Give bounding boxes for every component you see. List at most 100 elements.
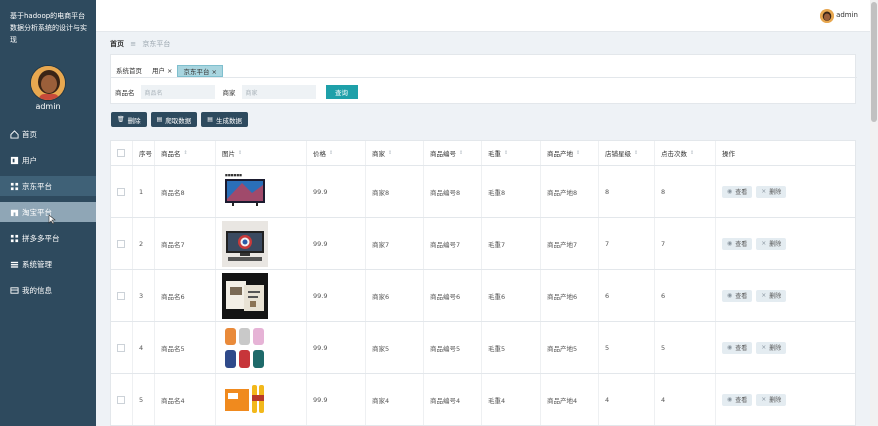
table-header: 序号 商品名 ⇕ 图片 ⇕ 价格 ⇕ 商家 ⇕ 商品编号 ⇕ 毛重 ⇕ 商品产地 ⇕ 店铺星级… — [111, 141, 855, 166]
col-header[interactable]: 商家 ⇕ — [366, 141, 424, 165]
grid-icon — [10, 234, 19, 242]
col-label: 店铺星级 — [605, 150, 631, 158]
sort-icon[interactable]: ⇕ — [184, 150, 188, 156]
sort-icon[interactable]: ⇕ — [238, 150, 242, 156]
row-checkbox[interactable] — [117, 291, 125, 300]
row-checkbox[interactable] — [117, 239, 125, 248]
price-cell: 99.9 — [307, 166, 366, 217]
price-cell: 99.9 — [307, 374, 366, 425]
image-cell: ■■■■■■ — [216, 166, 307, 217]
sidebar-item-profile[interactable]: 我的信息 — [0, 280, 96, 300]
col-header[interactable]: 图片 ⇕ — [216, 141, 307, 165]
sidebar-item-system[interactable]: 系统管理 — [0, 254, 96, 274]
view-button[interactable]: ◉ 查看 — [722, 185, 753, 198]
sort-icon[interactable]: ⇕ — [388, 150, 392, 156]
sidebar-item-home[interactable]: 首页 — [0, 124, 96, 144]
query-button[interactable]: 查询 — [325, 85, 358, 99]
sort-icon[interactable]: ⇕ — [459, 150, 463, 156]
product-image-monitor[interactable] — [222, 220, 268, 267]
sort-icon[interactable]: ⇕ — [329, 150, 333, 156]
tab-jd[interactable]: 京东平台 × — [177, 65, 223, 77]
row-delete-button[interactable]: × 删除 — [756, 185, 787, 198]
col-label: 序号 — [139, 150, 152, 158]
col-label: 操作 — [722, 150, 735, 158]
sidebar-item-pdd[interactable]: 拼多多平台 — [0, 228, 96, 248]
row-delete-button[interactable]: × 删除 — [756, 341, 787, 354]
page-scrollbar[interactable] — [870, 0, 878, 426]
view-button[interactable]: ◉ 查看 — [722, 393, 753, 406]
breadcrumb-home[interactable]: 首页 — [110, 40, 124, 48]
avatar[interactable] — [30, 65, 66, 101]
view-button[interactable]: ◉ 查看 — [722, 237, 753, 250]
row-checkbox[interactable] — [117, 343, 125, 352]
tab-user[interactable]: 用户 × — [147, 65, 177, 77]
cursor-icon — [48, 214, 56, 225]
breadcrumb: 首页 ≡ 京东平台 — [110, 39, 170, 49]
image-cell — [216, 270, 307, 321]
trash-icon: 🗑 — [117, 116, 125, 123]
sidebar-item-jd[interactable]: 京东平台 — [0, 176, 96, 196]
sort-icon[interactable]: ⇕ — [576, 150, 580, 156]
tab-home[interactable]: 系统首页 — [111, 65, 147, 77]
col-label: 价格 — [313, 150, 326, 158]
name-cell: 商品名6 — [155, 270, 216, 321]
row-checkbox[interactable] — [117, 395, 125, 404]
select-cell — [111, 374, 133, 425]
col-header[interactable]: 商品产地 ⇕ — [541, 141, 599, 165]
sidebar-item-user[interactable]: 用户 — [0, 150, 96, 170]
name-search-input[interactable]: 商品名 — [140, 85, 215, 99]
top-username[interactable]: admin — [836, 11, 858, 19]
sort-icon[interactable]: ⇕ — [690, 150, 694, 156]
clicks-cell: 7 — [655, 218, 716, 269]
clicks-cell: 5 — [655, 322, 716, 373]
row-checkbox[interactable] — [117, 187, 125, 196]
table-row: 1 商品名8 ■■■■■■ 99.9 商家8 商品编号8 毛重8 商品产地8 8… — [111, 166, 855, 218]
ops-cell: ◉ 查看 × 删除 — [716, 166, 855, 217]
view-label: 查看 — [735, 189, 748, 196]
row-delete-button[interactable]: × 删除 — [756, 289, 787, 302]
product-image-tv[interactable]: ■■■■■■ — [222, 168, 268, 215]
view-label: 查看 — [735, 293, 748, 300]
close-icon[interactable]: × — [211, 68, 216, 76]
eye-icon: ◉ — [727, 292, 733, 299]
eye-icon: ◉ — [727, 240, 733, 247]
close-icon[interactable]: × — [167, 67, 172, 75]
sort-icon[interactable]: ⇕ — [504, 150, 508, 156]
col-header[interactable]: 点击次数 ⇕ — [655, 141, 716, 165]
col-header[interactable]: 商品编号 ⇕ — [424, 141, 482, 165]
row-delete-button[interactable]: × 删除 — [756, 237, 787, 250]
svg-text:■■■■■■: ■■■■■■ — [225, 173, 242, 177]
select-all-checkbox[interactable] — [117, 149, 125, 157]
col-label: 图片 — [222, 150, 235, 158]
origin-cell: 商品产地7 — [541, 218, 599, 269]
top-avatar[interactable] — [820, 9, 834, 23]
table-row: 2 商品名7 99.9 商家7 商品编号7 毛重7 商品产地7 7 7 ◉ 查看 … — [111, 218, 855, 270]
search-bar: 商品名 商品名 商家 商家 查询 — [115, 85, 358, 99]
weight-cell: 毛重4 — [482, 374, 541, 425]
shop-search-input[interactable]: 商家 — [241, 85, 316, 99]
table-row: 3 商品名6 99.9 商家6 商品编号6 毛重6 商品产地6 6 6 ◉ 查看 … — [111, 270, 855, 322]
origin-cell: 商品产地5 — [541, 322, 599, 373]
product-image-drinks[interactable] — [222, 376, 268, 423]
row-delete-button[interactable]: × 删除 — [756, 393, 787, 406]
breadcrumb-separator: ≡ — [130, 40, 137, 48]
generate-button[interactable]: ▤ 生成数据 — [201, 112, 248, 127]
delete-button[interactable]: 🗑 删除 — [111, 112, 147, 127]
col-header[interactable]: 店铺星级 ⇕ — [599, 141, 655, 165]
view-button[interactable]: ◉ 查看 — [722, 289, 753, 302]
col-header[interactable]: 商品名 ⇕ — [155, 141, 216, 165]
doc-icon: ▤ — [156, 116, 163, 123]
col-header[interactable]: 价格 ⇕ — [307, 141, 366, 165]
sort-icon[interactable]: ⇕ — [634, 150, 638, 156]
product-image-book[interactable] — [222, 272, 268, 319]
sidebar-item-label: 我的信息 — [22, 285, 52, 295]
no-cell: 3 — [133, 270, 155, 321]
name-cell: 商品名4 — [155, 374, 216, 425]
crawl-button[interactable]: ▤ 爬取数据 — [150, 112, 198, 127]
product-image-speakers[interactable] — [222, 324, 268, 371]
view-button[interactable]: ◉ 查看 — [722, 341, 753, 354]
table-row: 5 商品名4 99.9 商家4 商品编号4 毛重4 商品产地4 4 4 ◉ 查看 … — [111, 374, 855, 426]
tab-label: 用户 — [152, 67, 165, 75]
col-header[interactable]: 毛重 ⇕ — [482, 141, 541, 165]
ops-cell: ◉ 查看 × 删除 — [716, 374, 855, 425]
